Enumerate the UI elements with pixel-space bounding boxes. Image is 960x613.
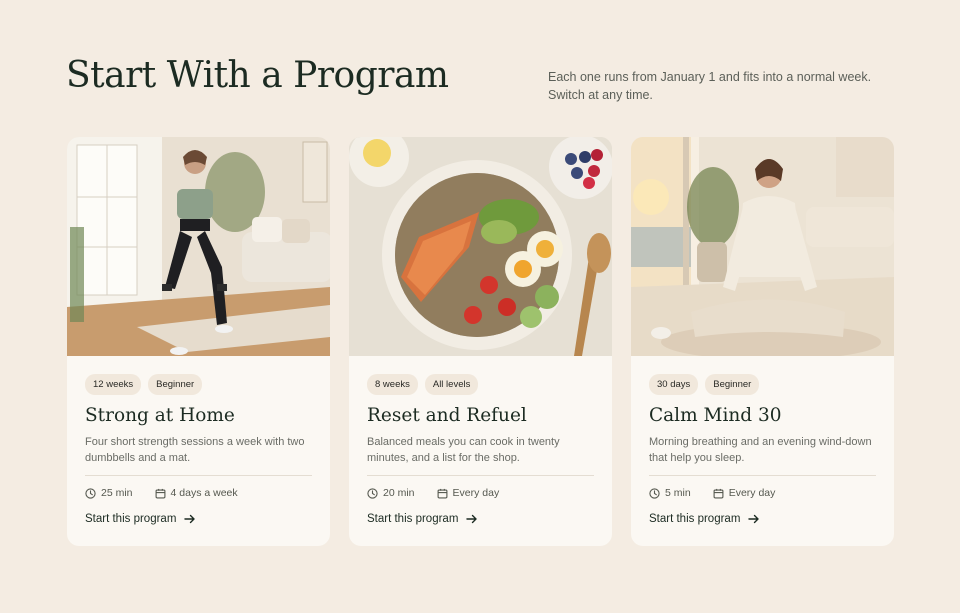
program-card[interactable]: 12 weeks Beginner Strong at Home Four sh… xyxy=(67,137,330,546)
program-meta: 25 min 4 days a week xyxy=(85,487,312,499)
level-tag: All levels xyxy=(424,374,479,395)
program-photo-workout xyxy=(67,137,330,356)
program-title: Strong at Home xyxy=(85,405,235,426)
divider xyxy=(649,475,876,476)
program-description: Balanced meals you can cook in twenty mi… xyxy=(367,436,560,464)
program-card-list: 12 weeks Beginner Strong at Home Four sh… xyxy=(67,137,894,546)
calendar-icon xyxy=(713,488,724,498)
start-program-label: Start this program xyxy=(85,513,177,525)
page-subtitle: Each one runs from January 1 and fits in… xyxy=(548,70,872,102)
clock-icon xyxy=(649,487,660,499)
duration-tag: 12 weeks xyxy=(85,374,142,395)
arrow-right-icon xyxy=(748,514,760,524)
program-description: Morning breathing and an evening wind-do… xyxy=(649,436,872,464)
session-length: 25 min xyxy=(101,487,133,499)
session-frequency: Every day xyxy=(452,487,500,499)
session-length: 5 min xyxy=(665,487,691,499)
program-meta: 20 min Every day xyxy=(367,487,594,499)
session-frequency: 4 days a week xyxy=(170,487,238,499)
program-card-body: 12 weeks Beginner Strong at Home Four sh… xyxy=(85,374,312,525)
clock-icon xyxy=(367,487,378,499)
program-title: Reset and Refuel xyxy=(367,405,527,426)
start-program-link[interactable]: Start this program xyxy=(85,513,312,525)
program-photo-meditation xyxy=(631,137,894,356)
program-card[interactable]: 8 weeks All levels Reset and Refuel Bala… xyxy=(349,137,612,546)
arrow-right-icon xyxy=(184,514,196,524)
program-card[interactable]: 30 days Beginner Calm Mind 30 Morning br… xyxy=(631,137,894,546)
program-description: Four short strength sessions a week with… xyxy=(85,436,305,464)
program-title: Calm Mind 30 xyxy=(649,405,782,426)
divider xyxy=(367,475,594,476)
tag-list: 30 days Beginner xyxy=(649,374,876,395)
start-program-link[interactable]: Start this program xyxy=(649,513,876,525)
program-card-body: 30 days Beginner Calm Mind 30 Morning br… xyxy=(649,374,876,525)
duration-tag: 8 weeks xyxy=(367,374,418,395)
calendar-icon xyxy=(437,488,447,498)
start-program-link[interactable]: Start this program xyxy=(367,513,594,525)
program-meta: 5 min Every day xyxy=(649,487,876,499)
start-program-label: Start this program xyxy=(367,513,459,525)
clock-icon xyxy=(85,487,96,499)
tag-list: 8 weeks All levels xyxy=(367,374,594,395)
page-title: Start With a Program xyxy=(66,55,449,96)
calendar-icon xyxy=(155,488,165,498)
level-tag: Beginner xyxy=(705,374,760,395)
duration-tag: 30 days xyxy=(649,374,699,395)
session-frequency: Every day xyxy=(728,487,776,499)
divider xyxy=(85,475,312,476)
level-tag: Beginner xyxy=(148,374,203,395)
arrow-right-icon xyxy=(466,514,478,524)
program-card-body: 8 weeks All levels Reset and Refuel Bala… xyxy=(367,374,594,525)
session-length: 20 min xyxy=(383,487,415,499)
program-photo-meal xyxy=(349,137,612,356)
start-program-label: Start this program xyxy=(649,513,741,525)
tag-list: 12 weeks Beginner xyxy=(85,374,312,395)
